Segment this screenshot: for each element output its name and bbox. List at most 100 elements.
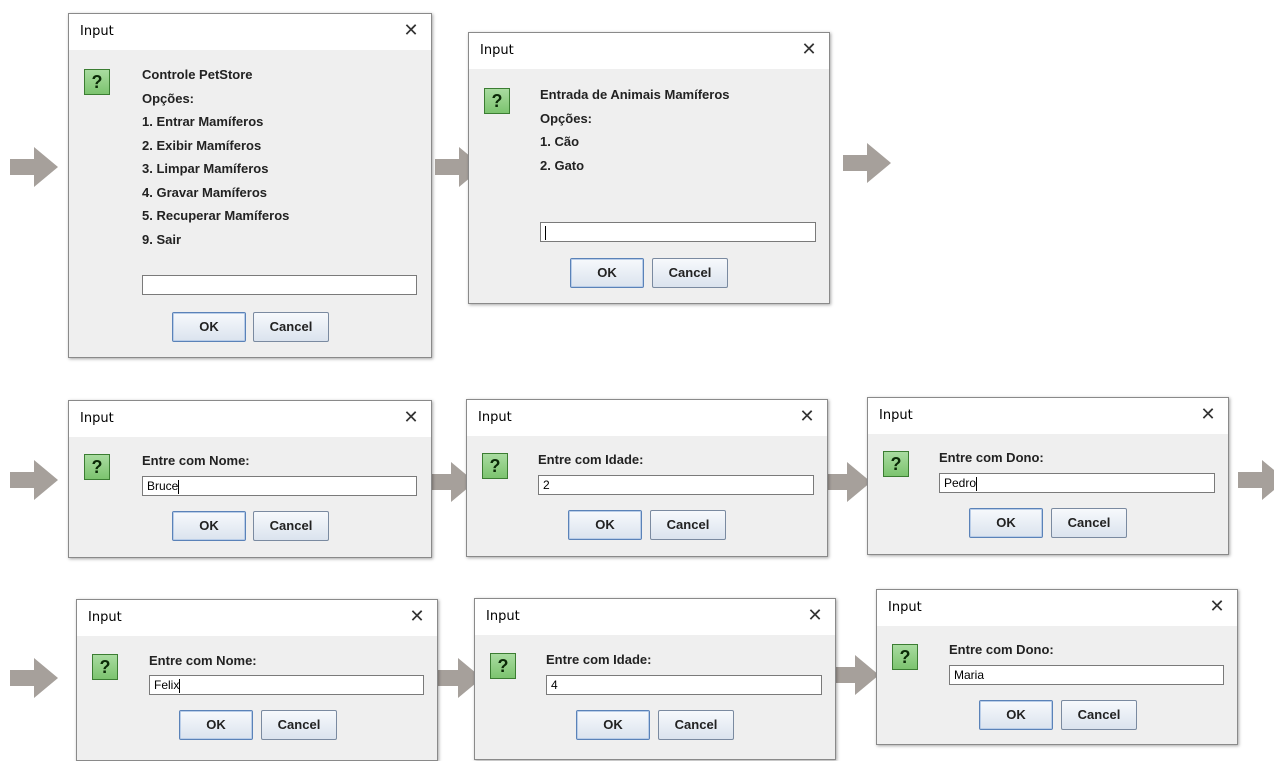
input-dialog-animal-type: Input ✕ ? Entrada de Animais Mamíferos O…: [468, 32, 830, 304]
question-icon: ?: [892, 644, 918, 670]
input-dialog-owner: Input ✕ ? Entre com Dono: Pedro OK Cance…: [867, 397, 1229, 555]
message-line: 2. Exibir Mamíferos: [142, 137, 262, 153]
dialog-title: Input: [88, 610, 122, 625]
title-bar: Input ✕: [877, 590, 1237, 626]
title-bar: Input ✕: [475, 599, 835, 635]
input-dialog-owner-2: Input ✕ ? Entre com Dono: Maria OK Cance…: [876, 589, 1238, 745]
flow-arrow: [10, 658, 58, 698]
close-icon[interactable]: ✕: [803, 603, 827, 627]
message-line: Entre com Dono:: [939, 450, 1044, 465]
dialog-message: Controle PetStore Opções: 1. Entrar Mamí…: [142, 63, 289, 251]
input-dialog-main-menu: Input ✕ ? Controle PetStore Opções: 1. E…: [68, 13, 432, 358]
input-field[interactable]: Bruce: [142, 476, 417, 496]
ok-button[interactable]: OK: [179, 710, 253, 740]
message-line: 3. Limpar Mamíferos: [142, 161, 269, 176]
message-line: Entre com Idade:: [538, 452, 644, 467]
input-dialog-age-2: Input ✕ ? Entre com Idade: 4 OK Cancel: [474, 598, 836, 760]
ok-button[interactable]: OK: [576, 710, 650, 740]
dialog-title: Input: [80, 411, 114, 426]
flow-arrow: [10, 147, 58, 187]
input-dialog-age: Input ✕ ? Entre com Idade: 2 OK Cancel: [466, 399, 828, 557]
dialog-title: Input: [80, 24, 114, 39]
message-line: 9. Sair: [142, 231, 182, 247]
flow-arrow: [843, 143, 891, 183]
close-icon[interactable]: ✕: [399, 18, 423, 42]
title-bar: Input ✕: [469, 33, 829, 69]
flow-arrow: [823, 462, 871, 502]
message-line: 2. Gato: [540, 157, 585, 173]
input-value: Pedro: [944, 476, 977, 490]
input-field[interactable]: Maria: [949, 665, 1224, 685]
close-icon[interactable]: ✕: [405, 604, 429, 628]
text-caret: [976, 476, 978, 491]
message-line: Controle PetStore: [142, 67, 253, 82]
dialog-message: Entre com Dono:: [949, 638, 1054, 662]
input-dialog-name: Input ✕ ? Entre com Nome: Bruce OK Cance…: [68, 400, 432, 558]
dialog-title: Input: [888, 600, 922, 615]
ok-button[interactable]: OK: [570, 258, 644, 288]
input-field[interactable]: 2: [538, 475, 814, 495]
dialog-title: Input: [879, 408, 913, 423]
input-value: 4: [551, 678, 558, 692]
input-value: Bruce: [147, 479, 179, 493]
cancel-button[interactable]: Cancel: [650, 510, 726, 540]
close-icon[interactable]: ✕: [1196, 402, 1220, 426]
message-line: Entre com Nome:: [142, 453, 250, 468]
message-line: Entrada de Animais Mamíferos: [540, 87, 730, 102]
message-line: Opções:: [540, 110, 593, 126]
close-icon[interactable]: ✕: [399, 405, 423, 429]
input-value: 2: [543, 478, 550, 492]
question-icon: ?: [84, 454, 110, 480]
dialog-title: Input: [480, 43, 514, 58]
input-value: Felix: [154, 678, 180, 692]
dialog-message: Entre com Idade:: [538, 448, 643, 472]
dialog-title: Input: [478, 410, 512, 425]
input-field[interactable]: 4: [546, 675, 822, 695]
cancel-button[interactable]: Cancel: [1051, 508, 1127, 538]
cancel-button[interactable]: Cancel: [253, 511, 329, 541]
question-icon: ?: [482, 453, 508, 479]
input-field[interactable]: Pedro: [939, 473, 1215, 493]
title-bar: Input ✕: [69, 14, 431, 50]
ok-button[interactable]: OK: [969, 508, 1043, 538]
dialog-message: Entre com Nome:: [149, 649, 257, 673]
cancel-button[interactable]: Cancel: [1061, 700, 1137, 730]
question-icon: ?: [84, 69, 110, 95]
ok-button[interactable]: OK: [979, 700, 1053, 730]
message-line: Opções:: [142, 90, 195, 106]
ok-button[interactable]: OK: [172, 312, 246, 342]
cancel-button[interactable]: Cancel: [253, 312, 329, 342]
input-field[interactable]: [540, 222, 816, 242]
ok-button[interactable]: OK: [172, 511, 246, 541]
question-icon: ?: [490, 653, 516, 679]
cancel-button[interactable]: Cancel: [658, 710, 734, 740]
flow-arrow: [10, 460, 58, 500]
title-bar: Input ✕: [868, 398, 1228, 434]
message-line: 1. Cão: [540, 134, 580, 149]
close-icon[interactable]: ✕: [1205, 594, 1229, 618]
ok-button[interactable]: OK: [568, 510, 642, 540]
dialog-message: Entre com Nome:: [142, 449, 250, 473]
flow-arrow: [1238, 460, 1274, 500]
title-bar: Input ✕: [69, 401, 431, 437]
question-icon: ?: [883, 451, 909, 477]
input-field[interactable]: Felix: [149, 675, 424, 695]
input-value: Maria: [954, 668, 985, 682]
message-line: Entre com Idade:: [546, 652, 652, 667]
input-dialog-name-2: Input ✕ ? Entre com Nome: Felix OK Cance…: [76, 599, 438, 761]
close-icon[interactable]: ✕: [795, 404, 819, 428]
cancel-button[interactable]: Cancel: [261, 710, 337, 740]
dialog-message: Entre com Dono:: [939, 446, 1044, 470]
text-caret: [179, 678, 181, 693]
cancel-button[interactable]: Cancel: [652, 258, 728, 288]
message-line: Entre com Dono:: [949, 642, 1054, 657]
flow-arrow: [831, 655, 879, 695]
message-line: Entre com Nome:: [149, 653, 257, 668]
text-caret: [545, 225, 546, 240]
dialog-message: Entre com Idade:: [546, 648, 651, 672]
close-icon[interactable]: ✕: [797, 37, 821, 61]
dialog-title: Input: [486, 609, 520, 624]
title-bar: Input ✕: [77, 600, 437, 636]
message-line: 1. Entrar Mamíferos: [142, 114, 264, 129]
input-field[interactable]: [142, 275, 417, 295]
